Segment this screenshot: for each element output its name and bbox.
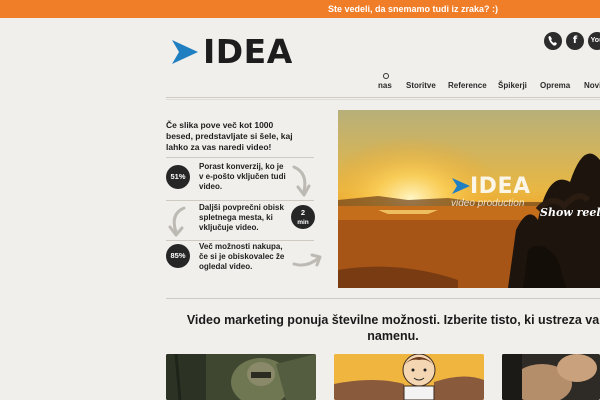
stat-text-conversions: Porast konverzij, ko je v e-pošto vključ… <box>199 162 286 191</box>
stat-text-visit-time: Daljši povprečni obisk spletnega mesta, … <box>199 203 284 232</box>
stat-divider-1 <box>166 157 314 158</box>
main-nav: nas Storitve Reference Špikerji Oprema N… <box>0 73 600 95</box>
cartoon-image <box>334 354 484 400</box>
stat-badge-conversions: 51% <box>166 165 190 189</box>
facebook-button[interactable]: f <box>566 32 584 50</box>
hands-image <box>502 354 600 400</box>
stat-badge-visit-unit: min <box>297 219 309 226</box>
announcement-bar: Ste vedeli, da snemamo tudi iz zraka? :) <box>0 0 600 18</box>
stat-divider-2 <box>166 200 314 201</box>
announcement-text: Ste vedeli, da snemamo tudi iz zraka? :) <box>328 4 499 14</box>
facebook-icon: f <box>566 32 584 50</box>
nav-item-equipment[interactable]: Oprema <box>540 81 570 90</box>
video-reel-label: Show reel 20 <box>540 206 600 219</box>
thumbnail-hands[interactable] <box>502 354 600 400</box>
nav-divider <box>166 97 600 98</box>
curved-arrow-left-down-icon <box>168 206 186 237</box>
phone-button[interactable] <box>544 32 562 50</box>
section-headline: Video marketing ponuja številne možnosti… <box>186 313 600 343</box>
stat-badge-visit-time: 2 min <box>291 205 315 229</box>
thumbnail-soldiers[interactable] <box>166 354 316 400</box>
youtube-icon: You <box>588 32 600 50</box>
video-brand: IDEA <box>470 174 531 199</box>
nav-divider-2 <box>166 99 600 100</box>
nav-item-news[interactable]: Novi <box>584 81 600 90</box>
video-logo-chevron-icon <box>452 178 470 194</box>
logo[interactable]: IDEA <box>170 32 300 71</box>
intro-text: Če slika pove več kot 1000 besed, predst… <box>166 120 293 152</box>
nav-item-about[interactable]: nas <box>378 81 392 90</box>
thumbnail-cartoon[interactable] <box>334 354 484 400</box>
stat-divider-3 <box>166 240 314 241</box>
video-subtitle: video production <box>451 198 525 209</box>
youtube-button[interactable]: You <box>588 32 600 50</box>
curved-arrow-right-icon <box>292 253 322 267</box>
nav-home-dot-icon <box>383 73 389 79</box>
soldiers-image <box>166 354 316 400</box>
stat-badge-purchase: 85% <box>166 244 190 268</box>
curved-arrow-down-icon <box>292 165 311 197</box>
stat-text-purchase: Več možnosti nakupa, če si je obiskovale… <box>199 242 285 271</box>
nav-item-services[interactable]: Storitve <box>406 81 436 90</box>
stat-badge-visit-value: 2 <box>300 208 306 217</box>
phone-icon <box>544 32 562 50</box>
logo-wordmark: IDEA <box>203 32 293 71</box>
section-divider <box>166 298 600 299</box>
logo-chevron-icon <box>172 40 198 64</box>
nav-item-speakers[interactable]: Špikerji <box>498 81 527 90</box>
showreel-video[interactable]: IDEA video production Show reel 20 <box>338 110 600 288</box>
nav-item-references[interactable]: Reference <box>448 81 487 90</box>
